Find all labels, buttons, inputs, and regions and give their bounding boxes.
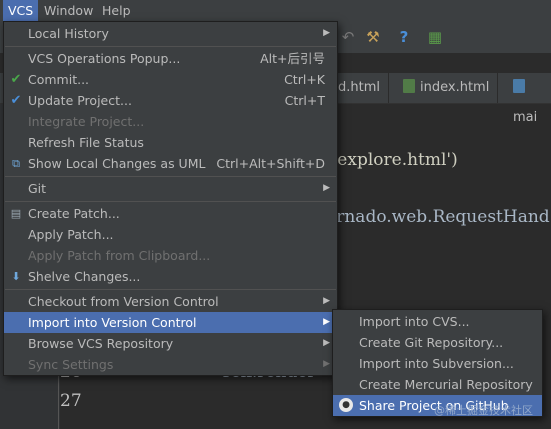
menu-item-label: Create Patch...: [28, 206, 120, 221]
menu-item-commit[interactable]: ✔ Commit... Ctrl+K: [4, 69, 337, 90]
submenu-item-create-git[interactable]: Create Git Repository...: [333, 332, 542, 353]
vcs-dropdown-menu: Local History ▶ VCS Operations Popup... …: [3, 21, 338, 376]
submenu-arrow-icon: ▶: [323, 183, 330, 193]
submenu-arrow-icon: ▶: [323, 28, 330, 38]
menu-item-import-vc[interactable]: Import into Version Control ▶: [4, 312, 337, 333]
settings-wrench-icon[interactable]: ⚒: [363, 27, 383, 47]
menu-window[interactable]: Window: [39, 0, 98, 21]
menu-item-label: Refresh File Status: [28, 135, 144, 150]
menu-item-label: Import into Version Control: [28, 315, 197, 330]
menu-item-label: Show Local Changes as UML: [28, 156, 206, 171]
menu-help[interactable]: Help: [97, 0, 136, 21]
submenu-item-import-cvs[interactable]: Import into CVS...: [333, 311, 542, 332]
menu-item-integrate-project[interactable]: Integrate Project...: [4, 111, 337, 132]
menu-item-refresh-file-status[interactable]: Refresh File Status: [4, 132, 337, 153]
menu-item-sync-settings[interactable]: Sync Settings ▶: [4, 354, 337, 375]
menu-item-show-local-changes-uml[interactable]: ⧉ Show Local Changes as UML Ctrl+Alt+Shi…: [4, 153, 337, 174]
menu-item-git[interactable]: Git ▶: [4, 178, 337, 199]
menu-item-local-history[interactable]: Local History ▶: [4, 23, 337, 44]
menu-item-shortcut: Alt+后引号: [260, 51, 325, 66]
menu-item-label: Commit...: [28, 72, 90, 87]
submenu-arrow-icon: ▶: [323, 338, 330, 348]
menu-item-apply-patch[interactable]: Apply Patch...: [4, 224, 337, 245]
github-icon: ●: [339, 398, 353, 412]
menu-item-label: Create Mercurial Repository: [359, 377, 533, 392]
menu-item-label: Local History: [28, 26, 109, 41]
menu-item-label: Integrate Project...: [28, 114, 145, 129]
code-line-explore: ('explore.html'): [326, 150, 458, 170]
menu-item-shortcut: Ctrl+K: [284, 72, 325, 87]
menu-separator: [5, 289, 336, 290]
submenu-arrow-icon: ▶: [323, 317, 330, 327]
tab-label: index.html: [420, 80, 490, 95]
python-file-icon: [513, 79, 525, 93]
tab-label: mai: [513, 110, 538, 125]
menu-item-apply-patch-clipboard[interactable]: Apply Patch from Clipboard...: [4, 245, 337, 266]
menu-item-label: Git: [28, 181, 47, 196]
menu-item-shortcut: Ctrl+T: [284, 93, 325, 108]
code-line-requesthandler: ornado.web.RequestHand: [326, 207, 550, 227]
menubar: VCS Window Help: [0, 0, 551, 21]
commit-icon: ✔: [10, 72, 22, 87]
shelve-icon: ⬇: [11, 270, 21, 283]
menu-item-label: Import into Subversion...: [359, 356, 514, 371]
menu-item-label: Sync Settings: [28, 357, 114, 372]
menu-separator: [5, 201, 336, 202]
menu-item-label: Update Project...: [28, 93, 132, 108]
menu-item-browse-vcs[interactable]: Browse VCS Repository ▶: [4, 333, 337, 354]
submenu-item-import-svn[interactable]: Import into Subversion...: [333, 353, 542, 374]
menu-item-shortcut: Ctrl+Alt+Shift+D: [216, 156, 325, 171]
tab-main-py[interactable]: mai: [505, 73, 551, 125]
tab-label: d.html: [338, 80, 380, 95]
menu-item-label: Shelve Changes...: [28, 269, 141, 284]
menu-item-update-project[interactable]: ✔ Update Project... Ctrl+T: [4, 90, 337, 111]
menu-item-create-patch[interactable]: ▤ Create Patch...: [4, 203, 337, 224]
undo-icon[interactable]: ↶: [338, 27, 358, 47]
line-number-27: 27: [60, 391, 82, 411]
submenu-arrow-icon: ▶: [323, 359, 330, 369]
submenu-item-create-mercurial[interactable]: Create Mercurial Repository: [333, 374, 542, 395]
help-icon[interactable]: ?: [394, 27, 414, 47]
menu-item-label: Create Git Repository...: [359, 335, 504, 350]
menu-item-label: Browse VCS Repository: [28, 336, 174, 351]
menu-item-label: Apply Patch from Clipboard...: [28, 248, 211, 263]
menu-item-checkout-vc[interactable]: Checkout from Version Control ▶: [4, 291, 337, 312]
watermark: @稀土掘金技术社区: [434, 404, 533, 417]
tab-index-html[interactable]: index.html: [395, 73, 499, 103]
patch-file-icon: ▤: [10, 207, 22, 220]
update-project-icon: ✔: [10, 93, 22, 108]
sdk-manager-icon[interactable]: ▦: [425, 27, 445, 47]
menu-item-shelve-changes[interactable]: ⬇ Shelve Changes...: [4, 266, 337, 287]
menu-vcs[interactable]: VCS: [3, 0, 39, 21]
html-file-icon: [403, 79, 415, 93]
menu-item-label: Apply Patch...: [28, 227, 114, 242]
menu-separator: [5, 176, 336, 177]
menu-separator: [5, 46, 336, 47]
menu-item-label: Checkout from Version Control: [28, 294, 219, 309]
menu-item-vcs-operations-popup[interactable]: VCS Operations Popup... Alt+后引号: [4, 48, 337, 69]
tab-explore-html[interactable]: d.html: [330, 73, 389, 103]
submenu-arrow-icon: ▶: [323, 296, 330, 306]
uml-diagram-icon: ⧉: [12, 157, 20, 170]
menu-item-label: Import into CVS...: [359, 314, 470, 329]
import-vc-submenu: Import into CVS... Create Git Repository…: [332, 309, 543, 417]
menu-item-label: VCS Operations Popup...: [28, 51, 181, 66]
